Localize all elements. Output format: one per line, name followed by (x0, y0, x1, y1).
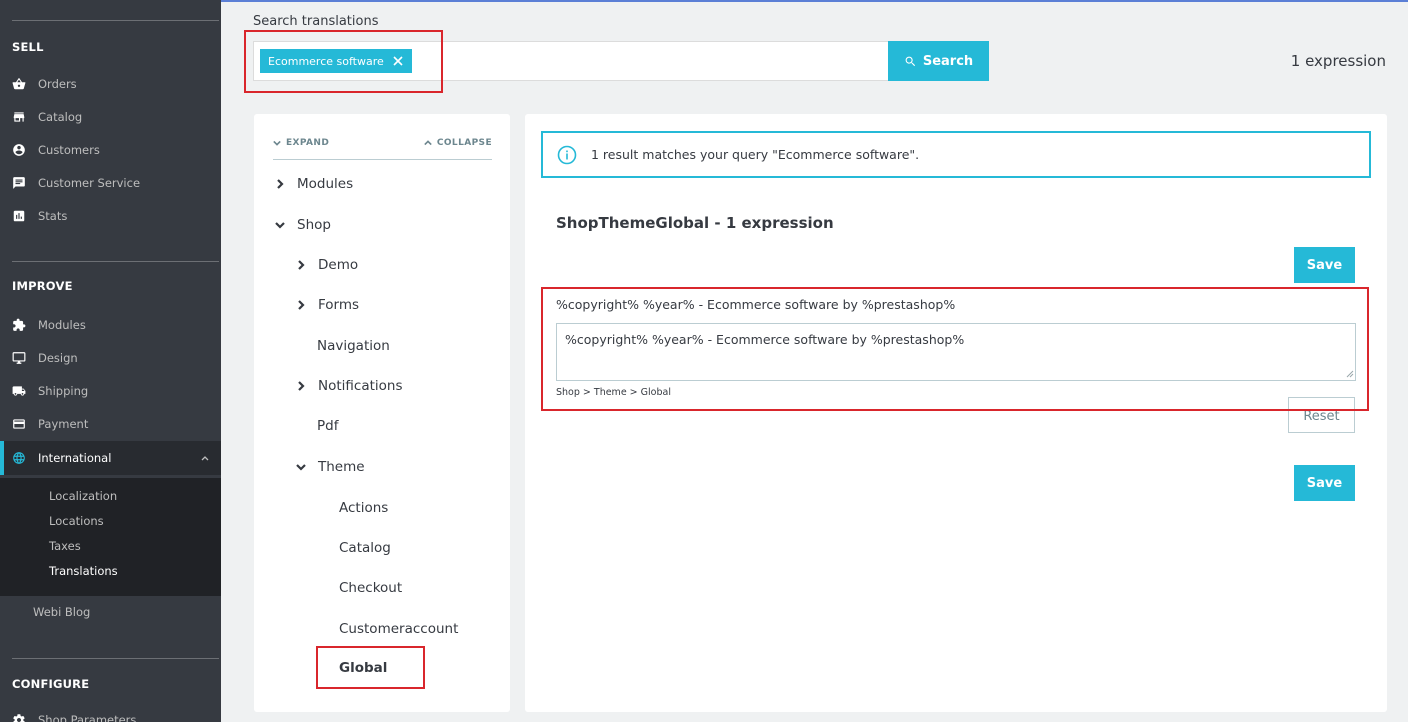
nav-label: International (38, 451, 112, 465)
extension-icon (12, 318, 26, 332)
nav-label: Shipping (38, 384, 89, 398)
top-border (221, 0, 1408, 2)
settings-icon (12, 713, 26, 722)
info-icon (557, 145, 577, 164)
tree-controls: EXPAND COLLAPSE (273, 138, 492, 160)
active-indicator (0, 441, 4, 475)
tree-node-label: Notifications (318, 378, 403, 394)
tree-node-label: Theme (318, 459, 365, 475)
search-button[interactable]: Search (888, 41, 989, 81)
chevron-right-icon (298, 260, 305, 270)
nav-label: Orders (38, 77, 77, 91)
chevron-right-icon (298, 300, 305, 310)
subnav-item-localization[interactable]: Localization (49, 489, 117, 503)
nav-item-webi-blog[interactable]: Webi Blog (33, 605, 90, 619)
highlight-box (316, 646, 425, 689)
tree-node-modules[interactable]: Modules (275, 176, 353, 192)
sidebar-divider (12, 20, 219, 21)
nav-item-stats[interactable]: Stats (0, 202, 221, 230)
nav-label: Customer Service (38, 176, 141, 190)
nav-item-design[interactable]: Design (0, 344, 221, 372)
sidebar-divider (12, 261, 219, 262)
translation-content-panel (525, 114, 1387, 712)
tree-node-catalog[interactable]: Catalog (339, 540, 391, 556)
highlight-box (244, 30, 443, 93)
expression-count: 1 expression (1290, 52, 1386, 70)
search-icon (905, 56, 915, 66)
nav-label: Customers (38, 143, 100, 157)
search-label: Search translations (253, 14, 379, 29)
subnav-item-translations[interactable]: Translations (49, 564, 118, 578)
store-icon (12, 110, 26, 124)
tree-node-demo[interactable]: Demo (296, 257, 358, 273)
nav-item-orders[interactable]: Orders (0, 70, 221, 98)
nav-item-payment[interactable]: Payment (0, 410, 221, 438)
save-button-top[interactable]: Save (1294, 247, 1355, 283)
chevron-right-icon (277, 179, 284, 189)
expand-button[interactable]: EXPAND (273, 138, 329, 148)
nav-label: Stats (38, 209, 68, 223)
save-button-bottom[interactable]: Save (1294, 465, 1355, 501)
truck-icon (12, 384, 26, 398)
nav-label: Catalog (38, 110, 83, 124)
tree-node-label: Modules (297, 176, 354, 192)
chevron-down-icon (275, 222, 285, 229)
account-circle-icon (12, 143, 26, 157)
chevron-down-icon (273, 140, 281, 146)
section-title-configure: CONFIGURE (12, 677, 90, 691)
tree-node-pdf[interactable]: Pdf (317, 418, 338, 434)
translation-path: Shop > Theme > Global (556, 387, 671, 398)
nav-label: Shop Parameters (38, 713, 137, 722)
source-expression: %copyright% %year% - Ecommerce software … (556, 297, 956, 312)
tree-node-customeraccount[interactable]: Customeraccount (339, 621, 458, 637)
collapse-button[interactable]: COLLAPSE (424, 138, 492, 148)
tree-node-actions[interactable]: Actions (339, 500, 388, 516)
chevron-up-icon (424, 140, 432, 146)
nav-label: Design (38, 351, 78, 365)
nav-item-customer-service[interactable]: Customer Service (0, 169, 221, 197)
info-alert: 1 result matches your query "Ecommerce s… (541, 131, 1371, 178)
language-icon (12, 451, 26, 465)
chevron-up-icon[interactable] (199, 452, 211, 464)
nav-label: Payment (38, 417, 89, 431)
tree-node-notifications[interactable]: Notifications (296, 378, 403, 394)
search-button-label: Search (922, 53, 974, 69)
subnav-item-taxes[interactable]: Taxes (49, 539, 81, 553)
tree-node-navigation[interactable]: Navigation (317, 338, 390, 354)
nav-item-shipping[interactable]: Shipping (0, 377, 221, 405)
subnav-item-locations[interactable]: Locations (49, 514, 104, 528)
assessment-icon (12, 209, 26, 223)
collapse-label: COLLAPSE (436, 138, 492, 148)
chevron-down-icon (296, 464, 306, 471)
nav-item-catalog[interactable]: Catalog (0, 103, 221, 131)
section-title-improve: IMPROVE (12, 279, 73, 293)
resize-handle-icon[interactable] (1344, 368, 1354, 378)
domain-title: ShopThemeGlobal - 1 expression (556, 214, 834, 232)
desktop-icon (12, 351, 26, 365)
alert-text: 1 result matches your query "Ecommerce s… (591, 147, 920, 162)
credit-card-icon (12, 417, 26, 431)
tree-node-label: Forms (318, 297, 360, 313)
tree-node-shop[interactable]: Shop (275, 217, 331, 233)
chat-icon (12, 176, 26, 190)
sidebar: SELL Orders Catalog Customers Customer S… (0, 0, 221, 722)
nav-item-customers[interactable]: Customers (0, 136, 221, 164)
tree-node-label: Shop (297, 217, 331, 233)
expand-label: EXPAND (286, 138, 330, 148)
sidebar-divider (12, 658, 219, 659)
tree-node-forms[interactable]: Forms (296, 297, 359, 313)
nav-label: Modules (38, 318, 86, 332)
nav-item-international[interactable]: International (0, 441, 221, 475)
tree-node-label: Demo (318, 257, 359, 273)
translation-textarea[interactable]: %copyright% %year% - Ecommerce software … (556, 323, 1356, 381)
nav-item-modules[interactable]: Modules (0, 311, 221, 339)
nav-item-shop-parameters[interactable]: Shop Parameters (0, 706, 221, 722)
tree-node-theme[interactable]: Theme (296, 459, 365, 475)
tree-node-checkout[interactable]: Checkout (339, 580, 402, 596)
international-submenu: Localization Locations Taxes Translation… (0, 478, 221, 596)
shopping-basket-icon (12, 77, 26, 91)
section-title-sell: SELL (12, 40, 44, 54)
chevron-right-icon (298, 381, 305, 391)
